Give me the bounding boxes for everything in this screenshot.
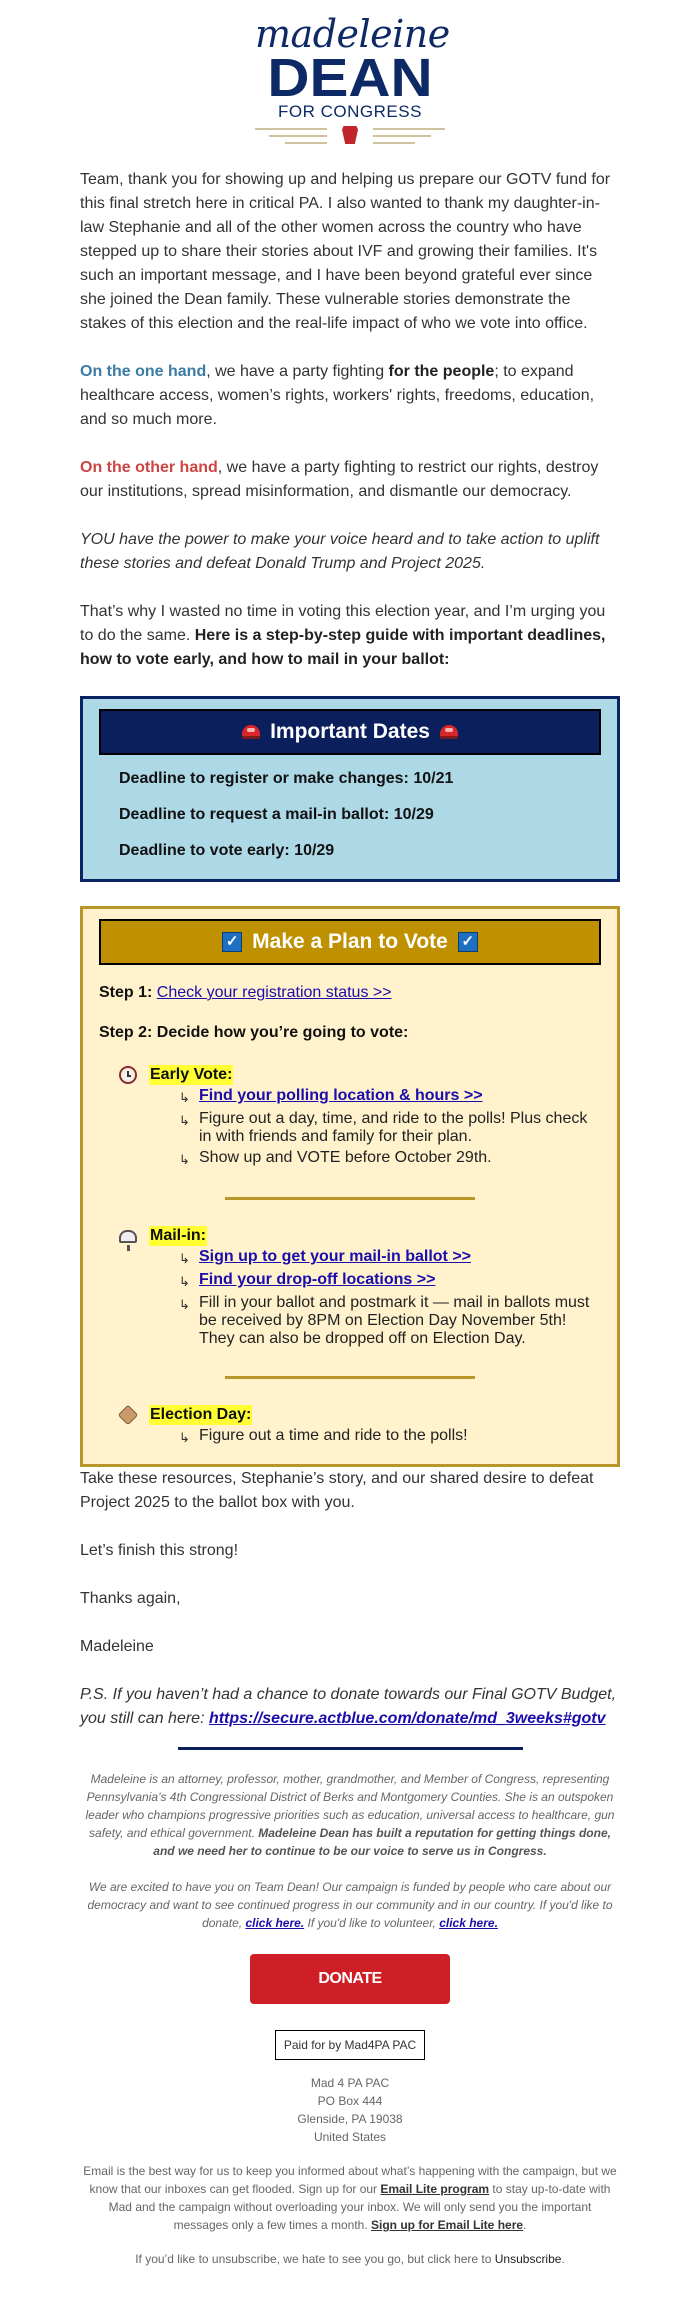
volunteer-text: If you'd like to volunteer, — [304, 1916, 440, 1930]
donate-button[interactable]: DONATE — [250, 1954, 450, 2004]
signature: Madeleine — [80, 1638, 154, 1655]
email-lite-signup-link[interactable]: Sign up for Email Lite here — [371, 2218, 523, 2232]
volunteer-click-here-link[interactable]: click here. — [439, 1916, 498, 1930]
polling-location-link[interactable]: Find your polling location & hours >> — [199, 1087, 483, 1107]
other-hand-paragraph: On the other hand, we have a party fight… — [80, 456, 620, 504]
logo-surname: DEAN — [267, 48, 433, 108]
unsubscribe-text: If you’d like to unsubscribe, we hate to… — [135, 2252, 495, 2266]
mailing-address: Mad 4 PA PAC PO Box 444 Glenside, PA 190… — [80, 2074, 620, 2146]
footer: Madeleine is an attorney, professor, mot… — [0, 1770, 700, 2268]
divider — [225, 1376, 475, 1379]
check-box-icon: ✓ — [222, 932, 243, 952]
team-dean-paragraph: We are excited to have you on Team Dean!… — [80, 1878, 620, 1932]
deadline-mail-in: Deadline to request a mail-in ballot: 10… — [119, 806, 434, 823]
election-day-title: Election Day: — [149, 1405, 253, 1425]
address-line: Glenside, PA 19038 — [297, 2112, 403, 2126]
donate-click-here-link[interactable]: click here. — [245, 1916, 304, 1930]
make-a-plan-box: ✓ Make a Plan to Vote ✓ Step 1: Check yo… — [80, 906, 620, 1467]
important-dates-header: Important Dates — [99, 709, 601, 755]
list-item: ↳ Figure out a time and ride to the polls… — [179, 1427, 601, 1447]
other-hand-lead: On the other hand — [80, 459, 218, 476]
election-day-section: Election Day: ↳ Figure out a time and rid… — [99, 1404, 601, 1447]
actblue-donate-link[interactable]: https://secure.actblue.com/donate/md_3we… — [209, 1710, 606, 1727]
drop-off-locations-link[interactable]: Find your drop-off locations >> — [199, 1271, 435, 1291]
mail-in-signup-link[interactable]: Sign up to get your mail-in ballot >> — [199, 1248, 471, 1268]
list-item: ↳ Show up and VOTE before October 29th. — [179, 1149, 601, 1169]
finish-strong: Let’s finish this strong! — [80, 1542, 239, 1559]
unsubscribe-link[interactable]: Unsubscribe — [495, 2252, 562, 2266]
police-siren-icon — [242, 725, 261, 739]
early-vote-item: Show up and VOTE before October 29th. — [199, 1149, 492, 1166]
list-item: ↳ Sign up to get your mail-in ballot >> — [179, 1248, 601, 1268]
make-a-plan-header: ✓ Make a Plan to Vote ✓ — [99, 919, 601, 965]
list-item: ↳ Fill in your ballot and postmark it — m… — [179, 1294, 601, 1348]
arrow-icon: ↳ — [179, 1251, 190, 1266]
ballot-box-icon — [117, 1404, 139, 1426]
divider — [225, 1197, 475, 1200]
election-day-item: Figure out a time and ride to the polls! — [199, 1427, 468, 1444]
email-lite-paragraph: Email is the best way for us to keep you… — [80, 2162, 620, 2234]
mailbox-icon — [119, 1229, 137, 1251]
footer-divider — [177, 1747, 523, 1750]
arrow-icon: ↳ — [179, 1430, 190, 1445]
police-siren-icon — [439, 725, 458, 739]
urging-paragraph: That’s why I wasted no time in voting th… — [80, 600, 620, 672]
arrow-icon: ↳ — [179, 1297, 190, 1312]
one-hand-paragraph: On the one hand, we have a party fightin… — [80, 360, 620, 432]
resources-paragraph: Take these resources, Stephanie’s story,… — [80, 1470, 594, 1511]
one-hand-text: , we have a party fighting — [206, 363, 389, 380]
check-registration-link[interactable]: Check your registration status >> — [157, 984, 392, 1001]
bio-paragraph: Madeleine is an attorney, professor, mot… — [80, 1770, 620, 1860]
keystone-icon — [342, 126, 358, 144]
arrow-icon: ↳ — [179, 1152, 190, 1167]
step-2: Step 2: Decide how you’re going to vote: — [99, 1023, 601, 1043]
logo-stripes — [255, 126, 445, 150]
important-dates-box: Important Dates Deadline to register or … — [80, 696, 620, 882]
early-vote-section: Early Vote: ↳ Find your polling location … — [99, 1065, 601, 1169]
arrow-icon: ↳ — [179, 1113, 190, 1128]
one-hand-lead: On the one hand — [80, 363, 207, 380]
power-text: YOU have the power to make your voice he… — [80, 531, 600, 572]
step-1-label: Step 1: — [99, 984, 153, 1001]
make-a-plan-title: Make a Plan to Vote — [252, 930, 448, 953]
email-lite-text: . — [523, 2218, 527, 2232]
intro-paragraph: Team, thank you for showing up and helpi… — [80, 171, 611, 332]
for-the-people: for the people — [388, 363, 495, 380]
early-vote-title: Early Vote: — [149, 1065, 234, 1085]
arrow-icon: ↳ — [179, 1090, 190, 1105]
mail-in-item: Fill in your ballot and postmark it — ma… — [199, 1294, 590, 1347]
unsubscribe-end: . — [561, 2252, 565, 2266]
unsubscribe-paragraph: If you’d like to unsubscribe, we hate to… — [80, 2250, 620, 2268]
paid-for-disclaimer: Paid for by Mad4PA PAC — [274, 2030, 426, 2060]
deadline-register: Deadline to register or make changes: 10… — [119, 770, 454, 787]
list-item: ↳ Find your polling location & hours >> — [179, 1087, 601, 1107]
arrow-icon: ↳ — [179, 1274, 190, 1289]
thanks-again: Thanks again, — [80, 1590, 181, 1607]
address-line: PO Box 444 — [317, 2094, 383, 2108]
ps-paragraph: P.S. If you haven’t had a chance to dona… — [80, 1683, 620, 1731]
email-lite-program-link[interactable]: Email Lite program — [380, 2182, 489, 2196]
power-paragraph: YOU have the power to make your voice he… — [80, 528, 620, 576]
mail-in-section: Mail-in: ↳ Sign up to get your mail-in ba… — [99, 1226, 601, 1348]
list-item: ↳ Figure out a day, time, and ride to the… — [179, 1110, 601, 1146]
address-line: Mad 4 PA PAC — [310, 2076, 390, 2090]
check-box-icon: ✓ — [457, 932, 478, 952]
step-2-text: Decide how you’re going to vote: — [156, 1024, 409, 1041]
campaign-logo: madeleine DEAN FOR CONGRESS — [255, 14, 450, 150]
important-dates-title: Important Dates — [270, 720, 430, 743]
email-body: madeleine DEAN FOR CONGRESS Team, thank … — [0, 14, 700, 2308]
deadline-vote-early: Deadline to vote early: 10/29 — [119, 842, 335, 859]
address-line: United States — [313, 2130, 387, 2144]
list-item: ↳ Find your drop-off locations >> — [179, 1271, 601, 1291]
mail-in-title: Mail-in: — [149, 1226, 207, 1246]
step-1: Step 1: Check your registration status >… — [99, 983, 601, 1003]
early-vote-item: Figure out a day, time, and ride to the … — [199, 1110, 588, 1145]
alarm-clock-icon — [119, 1066, 137, 1084]
step-2-label: Step 2: — [99, 1024, 153, 1041]
